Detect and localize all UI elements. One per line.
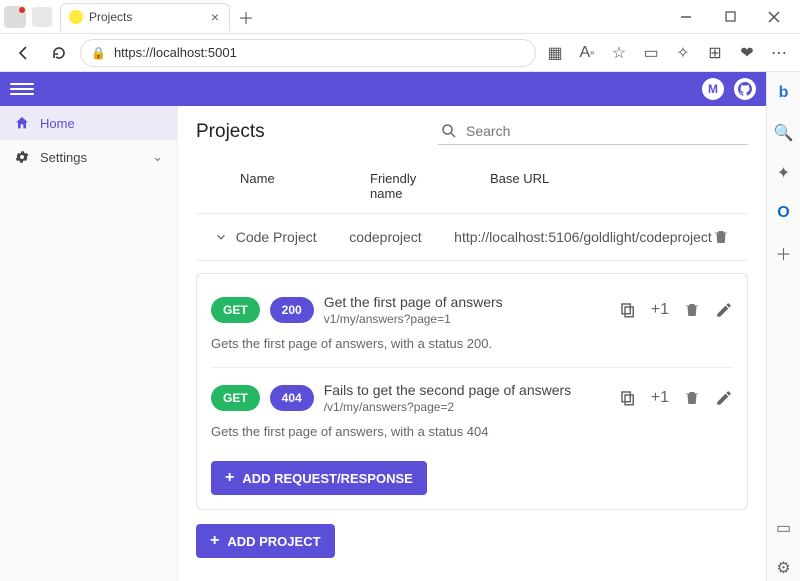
new-tab-button[interactable]: ＋ (234, 5, 258, 29)
extensions-icon[interactable]: ⊞ (702, 40, 728, 66)
read-aloud-icon[interactable]: A» (574, 40, 600, 66)
search-icon (440, 122, 458, 140)
plus-icon: + (225, 470, 234, 486)
workspaces-icon[interactable] (32, 7, 52, 27)
close-tab-icon[interactable]: × (211, 9, 219, 25)
sidebar-item-label: Settings (40, 150, 87, 165)
copy-button[interactable] (619, 389, 637, 407)
divider (211, 367, 733, 368)
method-pill: GET (211, 297, 260, 323)
cell-base-url: http://localhost:5106/goldlight/codeproj… (454, 229, 712, 245)
add-sidebar-icon[interactable]: ＋ (771, 240, 797, 266)
qr-icon[interactable]: ▦ (542, 40, 568, 66)
trash-icon (683, 389, 701, 407)
increment-button[interactable]: +1 (651, 389, 669, 407)
gear-icon (14, 149, 30, 165)
back-button[interactable] (8, 38, 38, 68)
rr-description: Gets the first page of answers, with a s… (211, 336, 733, 351)
edit-button[interactable] (715, 389, 733, 407)
cell-friendly-name: codeproject (349, 229, 454, 245)
delete-button[interactable] (683, 389, 701, 407)
add-request-response-button[interactable]: + ADD REQUEST/RESPONSE (211, 461, 427, 495)
pencil-icon (715, 301, 733, 319)
home-icon (14, 115, 30, 131)
request-response-list: GET 200 Get the first page of answers v1… (196, 273, 748, 510)
col-friendly-name: Friendly name (370, 171, 490, 201)
bing-icon[interactable]: b (771, 80, 797, 106)
status-pill: 404 (270, 385, 314, 411)
trash-icon (683, 301, 701, 319)
tab-title: Projects (89, 10, 132, 24)
sidebar-item-home[interactable]: Home (0, 106, 177, 140)
collections-icon[interactable]: ❤ (734, 40, 760, 66)
browser-addressbar: 🔒 https://localhost:5001 ▦ A» ☆ ▭ ✧ ⊞ ❤ … (0, 34, 800, 72)
favorites-bar-icon[interactable]: ✧ (670, 40, 696, 66)
col-base-url: Base URL (490, 171, 738, 201)
reader-icon[interactable]: ▭ (638, 40, 664, 66)
url-field[interactable]: 🔒 https://localhost:5001 (80, 39, 536, 67)
more-icon[interactable]: ⋯ (766, 40, 792, 66)
pencil-icon (715, 389, 733, 407)
search-field[interactable] (438, 118, 748, 145)
sidebar-item-label: Home (40, 116, 75, 131)
bulb-icon (69, 10, 83, 24)
rr-path: /v1/my/answers?page=2 (324, 400, 571, 414)
copilot-icon[interactable]: ✦ (771, 160, 797, 186)
button-label: ADD PROJECT (227, 534, 320, 549)
expand-toggle[interactable] (206, 230, 236, 244)
table-header: Name Friendly name Base URL (196, 171, 748, 214)
brand-logo[interactable]: M (702, 78, 724, 100)
chevron-down-icon: ⌄ (152, 149, 163, 165)
method-pill: GET (211, 385, 260, 411)
copy-icon (619, 301, 637, 319)
sidebar-item-settings[interactable]: Settings ⌄ (0, 140, 177, 174)
menu-button[interactable] (10, 77, 34, 101)
appbar: M (0, 72, 766, 106)
rr-title: Fails to get the second page of answers (324, 382, 571, 398)
chevron-down-icon (214, 230, 228, 244)
refresh-button[interactable] (44, 38, 74, 68)
minimize-button[interactable] (668, 3, 704, 31)
delete-project-button[interactable] (712, 228, 738, 246)
copy-button[interactable] (619, 301, 637, 319)
trash-icon (712, 228, 730, 246)
maximize-button[interactable] (712, 3, 748, 31)
url-text: https://localhost:5001 (114, 45, 237, 60)
list-item: GET 404 Fails to get the second page of … (211, 374, 733, 449)
edit-button[interactable] (715, 301, 733, 319)
page-title: Projects (196, 121, 265, 143)
github-icon[interactable] (734, 78, 756, 100)
list-item: GET 200 Get the first page of answers v1… (211, 286, 733, 361)
browser-titlebar: Projects × ＋ (0, 0, 800, 34)
cell-name: Code Project (236, 229, 350, 245)
button-label: ADD REQUEST/RESPONSE (242, 471, 412, 486)
search-sidebar-icon[interactable]: 🔍 (771, 120, 797, 146)
rr-description: Gets the first page of answers, with a s… (211, 424, 733, 439)
table-row: Code Project codeproject http://localhos… (196, 214, 748, 261)
add-project-button[interactable]: + ADD PROJECT (196, 524, 335, 558)
copy-icon (619, 389, 637, 407)
projects-table: Name Friendly name Base URL Code Project… (196, 171, 748, 510)
rr-path: v1/my/answers?page=1 (324, 312, 503, 326)
browser-tab[interactable]: Projects × (60, 3, 230, 31)
lock-icon: 🔒 (91, 46, 106, 60)
plus-icon: + (210, 533, 219, 549)
favorite-icon[interactable]: ☆ (606, 40, 632, 66)
app-viewport: M Home Settings ⌄ Projects (0, 72, 766, 581)
outlook-icon[interactable]: O (771, 200, 797, 226)
close-window-button[interactable] (756, 3, 792, 31)
search-input[interactable] (466, 123, 746, 139)
col-name: Name (240, 171, 370, 201)
settings-sidebar-icon[interactable]: ⚙ (771, 555, 797, 581)
edge-sidebar: b 🔍 ✦ O ＋ ▭ ⚙ (766, 72, 800, 581)
sidebar-toggle-icon[interactable]: ▭ (771, 515, 797, 541)
rr-title: Get the first page of answers (324, 294, 503, 310)
profile-icon[interactable] (4, 6, 26, 28)
status-pill: 200 (270, 297, 314, 323)
main-content: Projects Name Friendly name Base URL (178, 106, 766, 581)
sidenav: Home Settings ⌄ (0, 106, 178, 581)
delete-button[interactable] (683, 301, 701, 319)
increment-button[interactable]: +1 (651, 301, 669, 319)
